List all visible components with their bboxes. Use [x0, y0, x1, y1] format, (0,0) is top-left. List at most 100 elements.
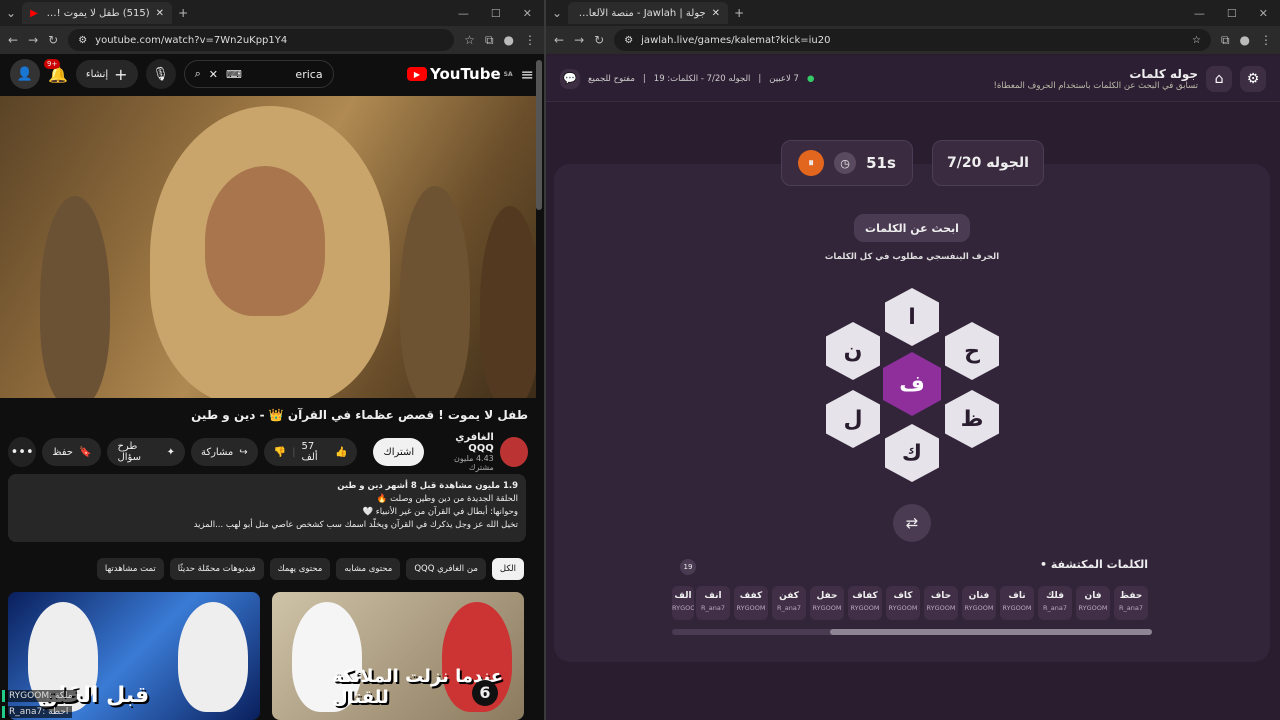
- keyboard-icon[interactable]: ⌨: [226, 68, 242, 81]
- related-video-thumbnail[interactable]: عندما نزلت الملائكة للقتال 6: [272, 592, 524, 720]
- voice-search-button[interactable]: 🎙: [145, 59, 176, 89]
- words-scrollbar-thumb[interactable]: [830, 629, 1152, 635]
- found-word-text: كاف: [893, 591, 913, 601]
- online-dot-icon: ●: [806, 73, 815, 84]
- notifications-button[interactable]: 🔔 9+: [44, 58, 68, 84]
- chip-similar[interactable]: محتوى مشابه: [336, 558, 401, 580]
- close-tab-icon[interactable]: ✕: [156, 8, 164, 19]
- channel-avatar[interactable]: [499, 437, 528, 467]
- forward-icon[interactable]: →: [574, 33, 584, 47]
- clock-icon: ◷: [834, 152, 857, 174]
- menu-dots-icon[interactable]: ⋮: [524, 33, 536, 47]
- address-bar-row: ← → ↻ ⚙ youtube.com/watch?v=7Wn2uKpp1Y4 …: [0, 26, 544, 54]
- tab-youtube[interactable]: ▶ (515) طفل لا يموت ! قصص ✕: [22, 2, 173, 24]
- tab-jawlah[interactable]: جولة | Jawlah - منصة الألعاب الذ ✕: [568, 2, 729, 24]
- channel-info[interactable]: الغافري QQQ 4.43 مليون مشترك: [430, 432, 494, 472]
- reload-icon[interactable]: ↻: [48, 33, 58, 47]
- found-word-user: RYGOOM: [672, 604, 694, 612]
- home-icon[interactable]: ⌂: [1206, 65, 1232, 92]
- save-label: حفظ: [52, 446, 73, 458]
- video-description[interactable]: 1.9 مليون مشاهدة قبل 8 أشهر دين و طين ال…: [8, 474, 526, 542]
- share-button[interactable]: مشاركة ↪: [190, 438, 258, 466]
- new-tab-icon[interactable]: +: [734, 6, 744, 20]
- hamburger-menu-icon[interactable]: ≡: [521, 65, 534, 84]
- close-window-icon[interactable]: ✕: [523, 7, 532, 20]
- url-text: jawlah.live/games/kalemat?kick=iu20: [641, 34, 831, 46]
- reload-icon[interactable]: ↻: [594, 33, 604, 47]
- search-icon[interactable]: ⌕: [195, 67, 201, 81]
- found-word-text: حاف: [930, 591, 952, 601]
- account-avatar[interactable]: 👤: [10, 59, 40, 89]
- chat-overlay-line: R_ana7: احطة: [2, 706, 73, 718]
- menu-dots-icon[interactable]: ⋮: [1260, 33, 1272, 47]
- close-tab-icon[interactable]: ✕: [712, 8, 720, 19]
- subscriber-count: 4.43 مليون مشترك: [454, 454, 494, 472]
- game-subtitle: تسابق في البحث عن الكلمات باستخدام الحرو…: [993, 80, 1198, 91]
- found-word: فان RYGOOM: [1076, 586, 1110, 620]
- back-icon[interactable]: ←: [554, 33, 564, 47]
- address-bar[interactable]: ⚙ jawlah.live/games/kalemat?kick=iu20 ☆: [614, 29, 1211, 51]
- found-word-text: حفظ: [1119, 591, 1143, 601]
- tab-title: جولة | Jawlah - منصة الألعاب الذ: [576, 7, 706, 19]
- found-word-text: كفن: [779, 591, 799, 601]
- minimize-icon[interactable]: —: [1194, 7, 1205, 20]
- maximize-icon[interactable]: ☐: [491, 7, 501, 20]
- clear-search-icon[interactable]: ✕: [209, 68, 218, 81]
- bookmark-star-icon[interactable]: ☆: [464, 33, 475, 47]
- chip-recent[interactable]: فيديوهات محمّلة حديثًا: [169, 558, 264, 580]
- search-input[interactable]: erica: [295, 68, 322, 81]
- found-word-user: RYGOOM: [888, 604, 918, 612]
- pause-icon[interactable]: ⏸: [798, 150, 825, 176]
- chip-all[interactable]: الكل: [491, 558, 524, 580]
- found-word-text: الف: [674, 591, 692, 601]
- subscribe-button[interactable]: اشتراك: [373, 438, 425, 466]
- like-icon[interactable]: 👍: [335, 447, 347, 458]
- site-info-icon[interactable]: ⚙: [624, 35, 633, 46]
- words-scrollbar-track[interactable]: [672, 629, 1152, 635]
- found-word-user: RYGOOM: [926, 604, 956, 612]
- close-window-icon[interactable]: ✕: [1259, 7, 1268, 20]
- found-word-text: فنان: [968, 591, 990, 601]
- chip-watched[interactable]: تمت مشاهدتها: [96, 558, 164, 580]
- youtube-logo[interactable]: ▶ YouTube SA: [406, 65, 513, 83]
- found-word: ناف RYGOOM: [1000, 586, 1034, 620]
- more-options-button[interactable]: •••: [8, 437, 37, 467]
- bookmark-star-icon[interactable]: ☆: [1192, 35, 1201, 46]
- site-info-icon[interactable]: ⚙: [78, 35, 87, 46]
- create-button[interactable]: إنشاء +: [75, 60, 138, 88]
- found-word-user: R_ana7: [701, 604, 725, 612]
- subscribe-label: اشتراك: [383, 446, 415, 458]
- forward-icon[interactable]: →: [28, 33, 38, 47]
- chip-from-channel[interactable]: من الغافري QQQ: [406, 558, 486, 580]
- tab-menu-icon[interactable]: ⌄: [552, 6, 562, 20]
- maximize-icon[interactable]: ☐: [1227, 7, 1237, 20]
- dislike-icon[interactable]: 👎: [274, 447, 286, 458]
- found-word-text: ناف: [1008, 591, 1026, 601]
- address-bar[interactable]: ⚙ youtube.com/watch?v=7Wn2uKpp1Y4: [68, 29, 455, 51]
- round-card: الجوله 7/20: [932, 140, 1044, 186]
- extensions-icon[interactable]: ⧉: [485, 33, 494, 48]
- save-button[interactable]: حفظ 🔖: [42, 438, 102, 466]
- video-player[interactable]: [0, 96, 536, 398]
- game-title: جوله كلمات: [1129, 66, 1198, 81]
- ask-button[interactable]: طرح سؤال ✦: [107, 438, 185, 466]
- extensions-icon[interactable]: ⧉: [1221, 33, 1230, 48]
- page-scrollbar[interactable]: [536, 60, 542, 210]
- settings-gear-icon[interactable]: ⚙: [1240, 65, 1266, 92]
- video-actions-row: ••• حفظ 🔖 طرح سؤال ✦ مشاركة ↪ 👎 | 57 ألف 👍 …: [8, 432, 528, 472]
- youtube-logo-text: YouTube: [429, 65, 501, 83]
- search-box[interactable]: ⌕ ✕ ⌨ erica: [183, 60, 334, 88]
- found-word: انف R_ana7: [696, 586, 730, 620]
- related-chips: الكل من الغافري QQQ محتوى مشابه محتوى يه…: [8, 558, 524, 580]
- tab-menu-icon[interactable]: ⌄: [6, 6, 16, 20]
- new-tab-icon[interactable]: +: [178, 6, 188, 20]
- found-word-user: RYGOOM: [1078, 604, 1108, 612]
- profile-avatar-icon[interactable]: ●: [504, 33, 514, 47]
- shuffle-icon[interactable]: ⇄: [893, 504, 931, 542]
- back-icon[interactable]: ←: [8, 33, 18, 47]
- video-title: طفل لا يموت ! قصص عظماء في القرآن 👑 - دي…: [191, 408, 528, 422]
- minimize-icon[interactable]: —: [458, 7, 469, 20]
- profile-avatar-icon[interactable]: ●: [1240, 33, 1250, 47]
- chip-for-you[interactable]: محتوى يهمك: [269, 558, 331, 580]
- chat-bubble-icon[interactable]: 💬: [560, 68, 580, 89]
